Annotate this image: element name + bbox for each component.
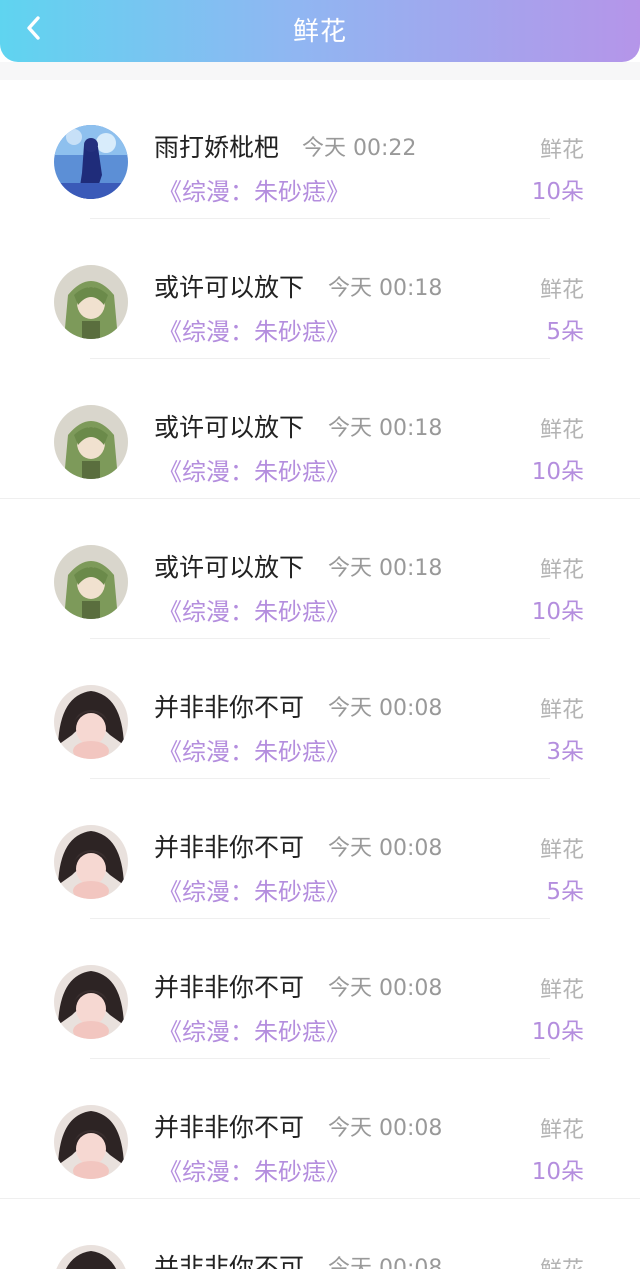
gift-type: 鲜花 — [539, 1118, 584, 1143]
gift-count: 10朵 — [531, 179, 584, 205]
gift-record-item[interactable]: 并非非你不可 今天 00:08 鲜花 — [0, 1200, 640, 1269]
gift-record-item[interactable]: 并非非你不可 今天 00:08 《综漫：朱砂痣》 鲜花 10朵 — [0, 1060, 640, 1200]
book-title[interactable]: 《综漫：朱砂痣》 — [158, 1012, 350, 1047]
avatar-dark-hair-icon — [54, 685, 128, 759]
divider — [0, 1198, 640, 1199]
divider — [90, 1058, 550, 1059]
gift-type: 鲜花 — [539, 978, 584, 1003]
gift-count: 10朵 — [531, 459, 584, 485]
user-name[interactable]: 并非非你不可 — [154, 828, 304, 864]
gift-type: 鲜花 — [539, 838, 584, 863]
book-title[interactable]: 《综漫：朱砂痣》 — [158, 872, 350, 907]
gift-time: 今天 00:18 — [328, 556, 443, 581]
gift-count: 10朵 — [531, 1159, 584, 1185]
user-avatar[interactable] — [54, 1245, 128, 1269]
book-title[interactable]: 《综漫：朱砂痣》 — [158, 312, 350, 347]
gift-time: 今天 00:08 — [328, 696, 443, 721]
user-name[interactable]: 或许可以放下 — [154, 548, 304, 584]
gift-record-item[interactable]: 或许可以放下 今天 00:18 《综漫：朱砂痣》 鲜花 10朵 — [0, 360, 640, 500]
user-name[interactable]: 并非非你不可 — [154, 1108, 304, 1144]
gift-time: 今天 00:08 — [328, 1116, 443, 1141]
divider — [90, 218, 550, 219]
user-avatar[interactable] — [54, 265, 128, 339]
user-avatar[interactable] — [54, 125, 128, 199]
divider — [0, 498, 640, 499]
gift-count: 5朵 — [546, 879, 584, 905]
gift-type: 鲜花 — [540, 1252, 584, 1269]
gift-time: 今天 00:22 — [302, 136, 417, 161]
divider — [90, 778, 550, 779]
book-title[interactable]: 《综漫：朱砂痣》 — [158, 1152, 350, 1187]
divider — [90, 638, 550, 639]
user-name[interactable]: 并非非你不可 — [154, 1248, 304, 1269]
gift-count: 10朵 — [531, 599, 584, 625]
avatar-green-hair-icon — [54, 265, 128, 339]
gift-count: 10朵 — [531, 1019, 584, 1045]
avatar-dark-hair-icon — [54, 1245, 128, 1269]
book-title[interactable]: 《综漫：朱砂痣》 — [158, 592, 350, 627]
gift-record-item[interactable]: 并非非你不可 今天 00:08 《综漫：朱砂痣》 鲜花 10朵 — [0, 920, 640, 1060]
gift-time: 今天 00:08 — [328, 1256, 443, 1269]
user-name[interactable]: 并非非你不可 — [154, 688, 304, 724]
divider — [90, 918, 550, 919]
book-title[interactable]: 《综漫：朱砂痣》 — [158, 452, 350, 487]
avatar-dark-hair-icon — [54, 965, 128, 1039]
divider — [90, 358, 550, 359]
user-avatar[interactable] — [54, 405, 128, 479]
book-title[interactable]: 《综漫：朱砂痣》 — [158, 172, 350, 207]
gift-record-item[interactable]: 并非非你不可 今天 00:08 《综漫：朱砂痣》 鲜花 5朵 — [0, 780, 640, 920]
gift-record-item[interactable]: 或许可以放下 今天 00:18 《综漫：朱砂痣》 鲜花 5朵 — [0, 220, 640, 360]
gift-record-item[interactable]: 雨打娇枇杷 今天 00:22 《综漫：朱砂痣》 鲜花 10朵 — [0, 80, 640, 220]
gift-count: 3朵 — [546, 739, 584, 765]
gift-time: 今天 00:08 — [328, 836, 443, 861]
user-name[interactable]: 雨打娇枇杷 — [154, 128, 279, 164]
gift-time: 今天 00:18 — [328, 416, 443, 441]
avatar-dark-hair-icon — [54, 825, 128, 899]
gift-count: 5朵 — [546, 319, 584, 345]
gift-time: 今天 00:18 — [328, 276, 443, 301]
user-avatar[interactable] — [54, 545, 128, 619]
user-name[interactable]: 并非非你不可 — [154, 968, 304, 1004]
header-spacer — [0, 62, 640, 80]
gift-type: 鲜花 — [539, 698, 584, 723]
avatar-green-hair-icon — [54, 405, 128, 479]
gift-type: 鲜花 — [539, 278, 584, 303]
gift-type: 鲜花 — [539, 558, 584, 583]
book-title[interactable]: 《综漫：朱砂痣》 — [158, 732, 350, 767]
user-name[interactable]: 或许可以放下 — [154, 268, 304, 304]
header-bar: 鲜花 — [0, 0, 640, 62]
user-avatar[interactable] — [54, 825, 128, 899]
user-avatar[interactable] — [54, 1105, 128, 1179]
gift-record-item[interactable]: 并非非你不可 今天 00:08 《综漫：朱砂痣》 鲜花 3朵 — [0, 640, 640, 780]
user-name[interactable]: 或许可以放下 — [154, 408, 304, 444]
avatar-green-hair-icon — [54, 545, 128, 619]
gift-type: 鲜花 — [539, 418, 584, 443]
page-title: 鲜花 — [292, 17, 347, 47]
user-avatar[interactable] — [54, 965, 128, 1039]
avatar-dark-hair-icon — [54, 1105, 128, 1179]
gift-record-item[interactable]: 或许可以放下 今天 00:18 《综漫：朱砂痣》 鲜花 10朵 — [0, 500, 640, 640]
avatar-blue-scene-icon — [54, 125, 128, 199]
gift-type: 鲜花 — [539, 138, 584, 163]
user-avatar[interactable] — [54, 685, 128, 759]
gift-time: 今天 00:08 — [328, 976, 443, 1001]
